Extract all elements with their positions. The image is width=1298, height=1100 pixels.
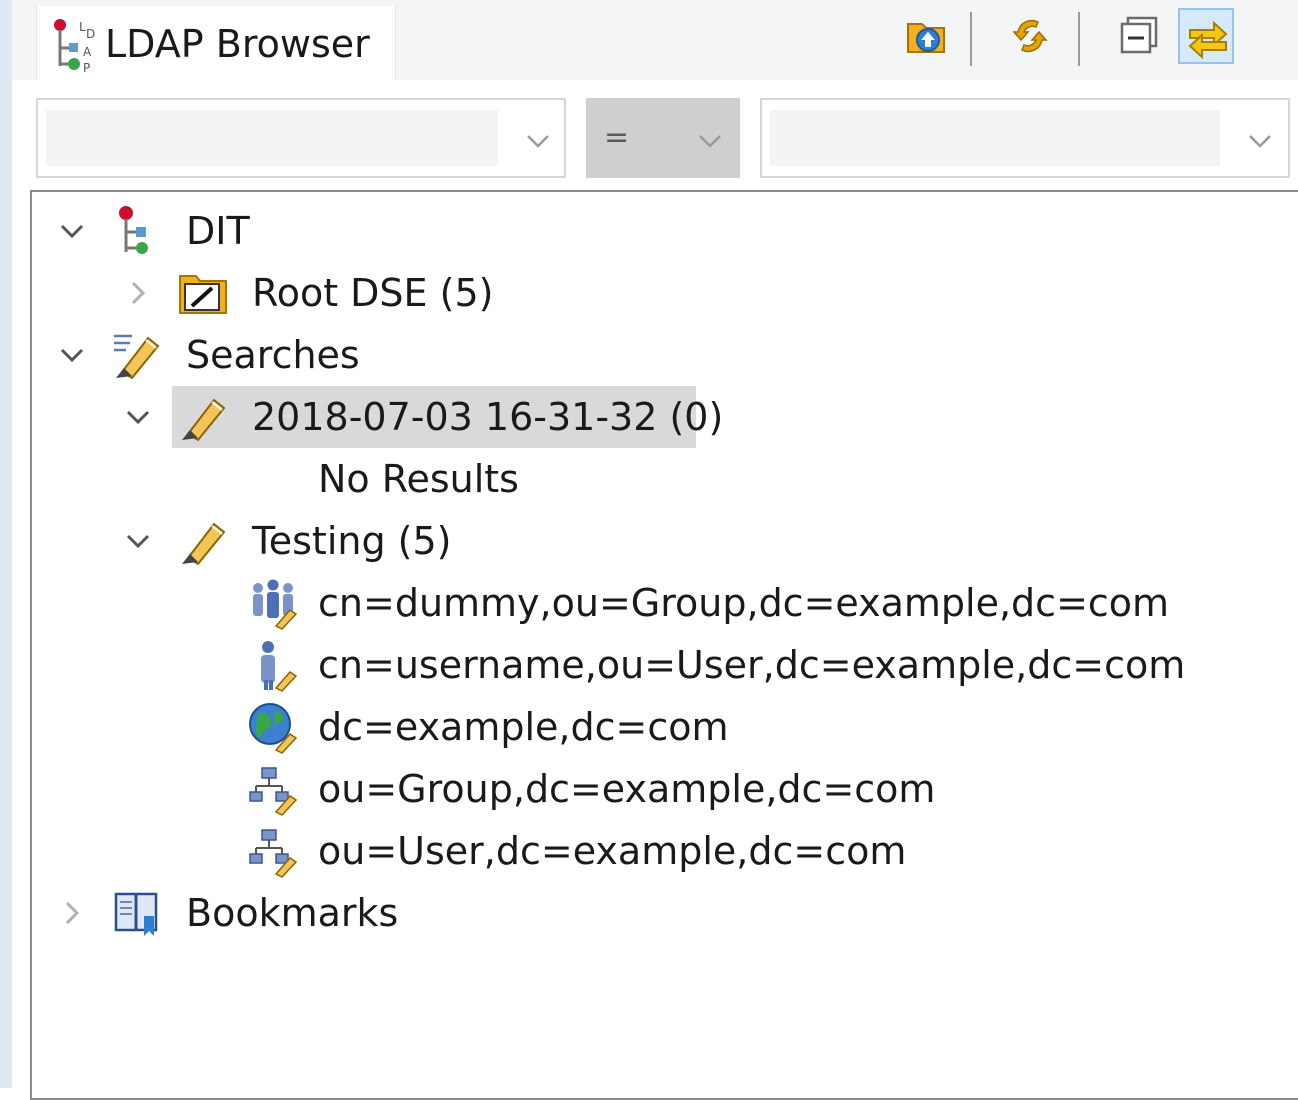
- tree-node-label: Root DSE (5): [252, 271, 494, 315]
- tree-node-label: cn=username,ou=User,dc=example,dc=com: [318, 643, 1186, 687]
- chevron-down-icon[interactable]: [120, 399, 156, 435]
- up-icon: [907, 23, 945, 53]
- toolbar-separator: [1078, 12, 1080, 66]
- tree-node-bookmarks[interactable]: Bookmarks: [32, 882, 1232, 944]
- chevron-right-icon[interactable]: [54, 895, 90, 931]
- tree-node-search-result[interactable]: ou=Group,dc=example,dc=com: [32, 758, 1232, 820]
- chevron-down-icon[interactable]: [1244, 124, 1276, 156]
- refresh-button[interactable]: [1002, 8, 1058, 64]
- tree-node-search-result[interactable]: ou=User,dc=example,dc=com: [32, 820, 1232, 882]
- tree-node-root-dse[interactable]: Root DSE (5): [32, 262, 1232, 324]
- tree-node-searches[interactable]: Searches: [32, 324, 1232, 386]
- tree-node-search-result[interactable]: dc=example,dc=com: [32, 696, 1232, 758]
- person-entry-icon: [261, 641, 298, 692]
- filter-value-input[interactable]: [770, 110, 1220, 166]
- link-with-editor-button[interactable]: [1178, 8, 1234, 64]
- chevron-down-icon[interactable]: [54, 213, 90, 249]
- tree-node-label: Searches: [186, 333, 360, 377]
- tree-node-label: cn=dummy,ou=Group,dc=example,dc=com: [318, 581, 1170, 625]
- bookmarks-icon: [114, 892, 158, 936]
- root-dse-folder-icon: [179, 275, 227, 314]
- attribute-input[interactable]: [46, 110, 498, 166]
- chevron-down-icon[interactable]: [54, 337, 90, 373]
- tree-node-label: ou=User,dc=example,dc=com: [318, 829, 907, 873]
- tree-node-label: Bookmarks: [186, 891, 399, 935]
- collapse-all-button[interactable]: [1112, 8, 1168, 64]
- browser-tree[interactable]: DIT Root DSE (5) Searches 2018-07-03 16-…: [30, 190, 1298, 1100]
- tree-node-label: 2018-07-03 16-31-32 (0): [252, 395, 724, 439]
- tree-node-search-result[interactable]: cn=dummy,ou=Group,dc=example,dc=com: [32, 572, 1232, 634]
- operator-combo[interactable]: =: [586, 98, 740, 178]
- tree-node-label: No Results: [318, 457, 519, 501]
- svg-text:L: L: [79, 20, 86, 34]
- tree-node-no-results[interactable]: No Results: [32, 448, 1232, 510]
- operator-value: =: [604, 120, 630, 155]
- ldap-browser-icon: L D A P: [54, 19, 95, 74]
- svg-text:P: P: [83, 61, 90, 74]
- tree-node-label: ou=Group,dc=example,dc=com: [318, 767, 936, 811]
- svg-text:A: A: [83, 45, 92, 59]
- svg-text:D: D: [86, 27, 95, 41]
- search-icon: [182, 522, 226, 566]
- domain-entry-icon: [249, 703, 298, 754]
- search-icon: [182, 398, 226, 442]
- view-title: LDAP Browser: [105, 22, 370, 66]
- tree-node-label: DIT: [186, 209, 250, 253]
- chevron-down-icon[interactable]: [522, 124, 554, 156]
- chevron-right-icon[interactable]: [120, 275, 156, 311]
- link-with-editor-icon: [1188, 20, 1228, 60]
- tree-node-label: Testing (5): [252, 519, 452, 563]
- attribute-combo[interactable]: [36, 98, 566, 178]
- tree-node-label: dc=example,dc=com: [318, 705, 729, 749]
- toolbar-separator: [970, 12, 972, 66]
- tree-node-search-testing[interactable]: Testing (5): [32, 510, 1232, 572]
- searches-icon: [114, 334, 160, 380]
- tree-node-dit[interactable]: DIT: [32, 200, 1232, 262]
- org-unit-entry-icon: [249, 829, 298, 878]
- tree-node-search-2018-07-03[interactable]: 2018-07-03 16-31-32 (0): [32, 386, 1232, 448]
- dit-icon: [119, 206, 148, 254]
- group-entry-icon: [253, 579, 298, 630]
- window-edge: [0, 0, 12, 1088]
- chevron-down-icon[interactable]: [694, 124, 726, 156]
- filter-value-combo[interactable]: [760, 98, 1290, 178]
- collapse-all-icon: [1120, 16, 1158, 54]
- view-tab[interactable]: L D A P LDAP Browser: [36, 6, 396, 80]
- up-button[interactable]: [898, 8, 954, 64]
- ldap-browser-view: L D A P LDAP Browser = DIT Root DSE (5) …: [0, 0, 1298, 1100]
- tree-node-search-result[interactable]: cn=username,ou=User,dc=example,dc=com: [32, 634, 1232, 696]
- refresh-icon: [1012, 19, 1048, 53]
- org-unit-entry-icon: [249, 767, 298, 816]
- chevron-down-icon[interactable]: [120, 523, 156, 559]
- view-header: L D A P LDAP Browser: [12, 0, 1298, 80]
